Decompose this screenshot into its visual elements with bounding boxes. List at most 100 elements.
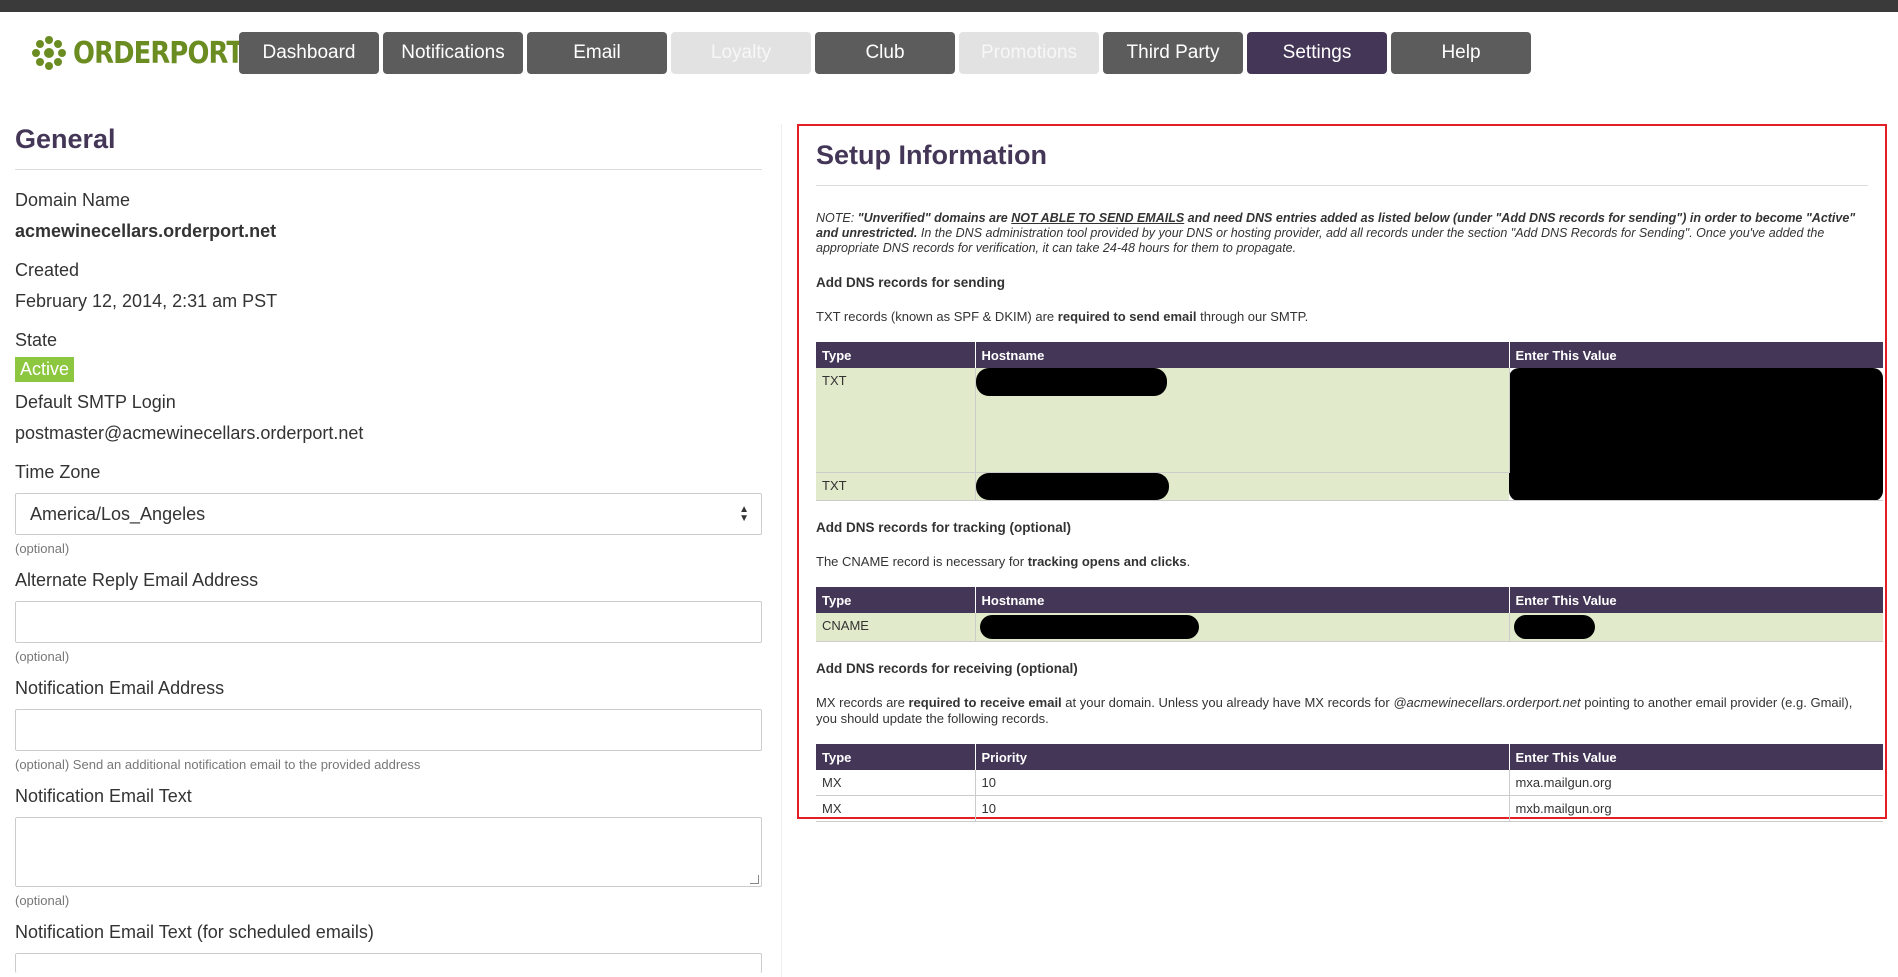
smtp-login-label: Default SMTP Login bbox=[15, 392, 176, 412]
sending-heading: Add DNS records for sending bbox=[816, 275, 1006, 290]
resize-handle-icon[interactable] bbox=[750, 875, 759, 884]
note-rest: In the DNS administration tool provided … bbox=[816, 226, 1825, 255]
record-hostname[interactable] bbox=[975, 472, 1509, 501]
notif-email-help: (optional) Send an additional notificati… bbox=[15, 757, 421, 772]
record-type: TXT bbox=[816, 472, 976, 501]
created-value: February 12, 2014, 2:31 am PST bbox=[15, 291, 278, 311]
state-label: State bbox=[15, 330, 58, 350]
note-prefix: NOTE: bbox=[816, 211, 858, 225]
nav-settings[interactable]: Settings bbox=[1247, 32, 1387, 74]
redacted-block bbox=[979, 615, 1199, 639]
browser-chrome-strip bbox=[0, 0, 1898, 12]
record-type: TXT bbox=[816, 368, 976, 473]
notif-email-label: Notification Email Address bbox=[15, 678, 225, 698]
setup-note: NOTE: "Unverified" domains are NOT ABLE … bbox=[816, 211, 1868, 256]
notif-sched-textarea[interactable] bbox=[15, 953, 762, 973]
nav-help[interactable]: Help bbox=[1391, 32, 1531, 74]
record-hostname[interactable] bbox=[975, 368, 1510, 473]
general-title: General bbox=[15, 124, 762, 170]
receiving-text: MX records are required to receive email… bbox=[816, 695, 1868, 727]
redacted-block bbox=[1509, 368, 1883, 500]
tracking-text-c: . bbox=[1186, 554, 1191, 569]
nav-third-party[interactable]: Third Party bbox=[1103, 32, 1243, 74]
nav-notifications[interactable]: Notifications bbox=[383, 32, 523, 74]
col-hostname: Hostname bbox=[975, 587, 1510, 613]
redacted-block bbox=[975, 368, 1167, 396]
nav-club[interactable]: Club bbox=[815, 32, 955, 74]
notif-text-textarea[interactable] bbox=[15, 817, 762, 887]
setup-information-panel: Setup Information NOTE: "Unverified" dom… bbox=[797, 124, 1887, 822]
time-zone-help: (optional) bbox=[15, 541, 70, 556]
main-nav: Dashboard Notifications Email Loyalty Cl… bbox=[239, 32, 1531, 74]
nav-promotions[interactable]: Promotions bbox=[959, 32, 1099, 74]
select-arrows-icon: ▲ ▼ bbox=[739, 504, 749, 524]
alt-reply-input[interactable] bbox=[15, 601, 762, 643]
time-zone-select[interactable]: America/Los_Angeles ▲ ▼ bbox=[15, 493, 762, 535]
tracking-text: The CNAME record is necessary for tracki… bbox=[816, 554, 1868, 570]
record-type: CNAME bbox=[816, 613, 976, 642]
nav-loyalty[interactable]: Loyalty bbox=[671, 32, 811, 74]
redacted-block bbox=[1513, 615, 1595, 639]
record-value[interactable] bbox=[1509, 368, 1883, 501]
table-row: MX 10 mxa.mailgun.org bbox=[816, 770, 1883, 796]
sending-table: Type Hostname Enter This Value TXT TXT bbox=[816, 342, 1883, 501]
record-priority: 10 bbox=[975, 770, 1510, 796]
grape-cluster-icon bbox=[32, 36, 66, 70]
receiving-text-b: required to receive email bbox=[908, 695, 1062, 710]
notif-text-label: Notification Email Text bbox=[15, 786, 192, 806]
general-panel: General Domain Name acmewinecellars.orde… bbox=[15, 124, 762, 973]
col-type: Type bbox=[816, 342, 976, 368]
receiving-text-domain: @acmewinecellars.orderport.net bbox=[1393, 695, 1581, 710]
sending-text-c: through our SMTP. bbox=[1196, 309, 1309, 324]
col-value: Enter This Value bbox=[1509, 587, 1883, 613]
note-underline: NOT ABLE TO SEND EMAILS bbox=[1011, 211, 1185, 225]
record-value[interactable] bbox=[1509, 613, 1883, 642]
col-type: Type bbox=[816, 744, 976, 770]
nav-dashboard[interactable]: Dashboard bbox=[239, 32, 379, 74]
tracking-table: Type Hostname Enter This Value CNAME bbox=[816, 587, 1883, 642]
table-row: MX 10 mxb.mailgun.org bbox=[816, 795, 1883, 822]
domain-name-value: acmewinecellars.orderport.net bbox=[15, 221, 277, 241]
tracking-text-a: The CNAME record is necessary for bbox=[816, 554, 1028, 569]
sending-text-b: required to send email bbox=[1057, 309, 1197, 324]
status-badge: Active bbox=[15, 357, 75, 382]
table-row: CNAME bbox=[816, 613, 1883, 642]
logo-text: ORDERPORT bbox=[73, 35, 244, 71]
col-hostname: Hostname bbox=[975, 342, 1510, 368]
tracking-heading: Add DNS records for tracking (optional) bbox=[816, 520, 1072, 535]
setup-title: Setup Information bbox=[816, 140, 1868, 186]
time-zone-label: Time Zone bbox=[15, 462, 101, 482]
sending-text: TXT records (known as SPF & DKIM) are re… bbox=[816, 309, 1868, 325]
record-hostname[interactable] bbox=[975, 613, 1510, 642]
col-type: Type bbox=[816, 587, 976, 613]
record-priority: 10 bbox=[975, 795, 1510, 822]
nav-email[interactable]: Email bbox=[527, 32, 667, 74]
orderport-logo[interactable]: ORDERPORT bbox=[29, 32, 271, 74]
redacted-block bbox=[975, 472, 1169, 500]
created-label: Created bbox=[15, 260, 80, 280]
tracking-text-b: tracking opens and clicks bbox=[1027, 554, 1187, 569]
col-value: Enter This Value bbox=[1509, 342, 1883, 368]
col-value: Enter This Value bbox=[1509, 744, 1883, 770]
record-type: MX bbox=[816, 770, 976, 796]
receiving-text-a: MX records are bbox=[816, 695, 909, 710]
receiving-table: Type Priority Enter This Value MX 10 mxa… bbox=[816, 744, 1883, 822]
record-type: MX bbox=[816, 795, 976, 822]
alt-reply-label: Alternate Reply Email Address bbox=[15, 570, 259, 590]
alt-reply-help: (optional) bbox=[15, 649, 70, 664]
col-priority: Priority bbox=[975, 744, 1510, 770]
sending-text-a: TXT records (known as SPF & DKIM) are bbox=[816, 309, 1058, 324]
column-divider bbox=[781, 124, 782, 977]
time-zone-selected: America/Los_Angeles bbox=[30, 503, 206, 524]
record-value[interactable]: mxb.mailgun.org bbox=[1509, 795, 1883, 822]
note-bold-1: "Unverified" domains are bbox=[857, 211, 1012, 225]
record-value[interactable]: mxa.mailgun.org bbox=[1509, 770, 1883, 796]
notif-email-input[interactable] bbox=[15, 709, 762, 751]
table-row: TXT bbox=[816, 368, 1883, 501]
app-header: ORDERPORT Dashboard Notifications Email … bbox=[0, 12, 1898, 88]
receiving-text-c: at your domain. Unless you already have … bbox=[1061, 695, 1394, 710]
smtp-login-value: postmaster@acmewinecellars.orderport.net bbox=[15, 423, 364, 443]
receiving-heading: Add DNS records for receiving (optional) bbox=[816, 661, 1078, 676]
notif-text-help: (optional) bbox=[15, 893, 70, 908]
notif-sched-label: Notification Email Text (for scheduled e… bbox=[15, 922, 374, 942]
